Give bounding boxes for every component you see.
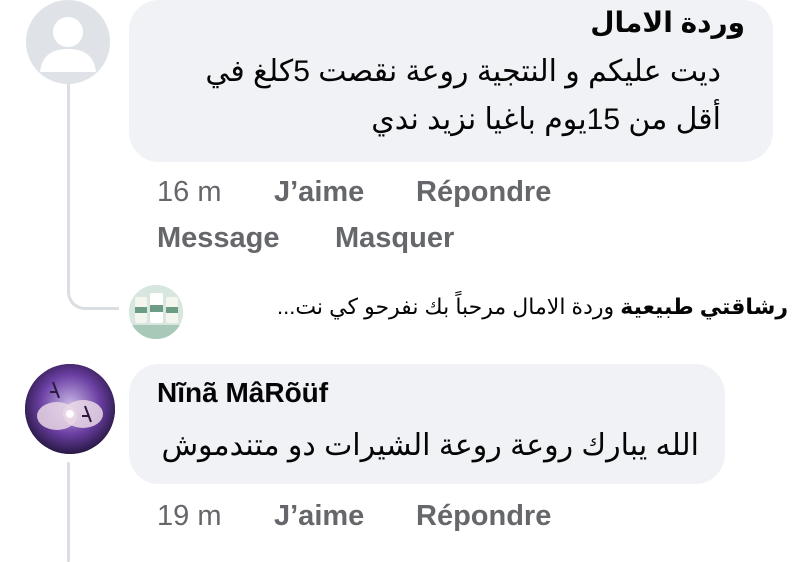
thread-line <box>67 462 70 562</box>
comment-author[interactable]: Nĩnã MâRõüf <box>157 377 328 409</box>
comment-time[interactable]: 19 m <box>157 500 221 533</box>
comment-text: الله يبارك روعة روعة الشيرات دو متندموش <box>161 429 699 462</box>
comment-time[interactable]: 16 m <box>157 176 221 209</box>
thread-line <box>67 78 70 292</box>
comment-bubble: Nĩnã MâRõüf الله يبارك روعة روعة الشيرات… <box>129 364 725 484</box>
thread-line-reply-connector <box>67 276 119 310</box>
avatar[interactable] <box>26 0 110 84</box>
reply-author: رشاقتي طبيعية <box>620 294 788 319</box>
profile-photo <box>25 364 115 454</box>
default-profile-icon <box>40 17 96 72</box>
like-button[interactable]: J’aime <box>274 176 364 209</box>
avatar[interactable] <box>129 285 183 339</box>
reply-button[interactable]: Répondre <box>416 500 551 533</box>
product-avatar-image <box>129 285 183 339</box>
reply-text: وردة الامال مرحباً بك نفرحو كي نت... <box>276 294 615 319</box>
comment-bubble: وردة الامال ديت عليكم و النتجية روعة نقص… <box>129 0 773 162</box>
hide-button[interactable]: Masquer <box>335 222 454 255</box>
like-button[interactable]: J’aime <box>274 500 364 533</box>
comment-author[interactable]: وردة الامال <box>590 6 745 39</box>
reply-button[interactable]: Répondre <box>416 176 551 209</box>
comment-text: ديت عليكم و النتجية روعة نقصت 5كلغ في أق… <box>205 55 721 136</box>
reply-preview[interactable]: رشاقتي طبيعية وردة الامال مرحباً بك نفرح… <box>198 294 788 320</box>
message-button[interactable]: Message <box>157 222 280 255</box>
avatar[interactable] <box>25 364 115 454</box>
